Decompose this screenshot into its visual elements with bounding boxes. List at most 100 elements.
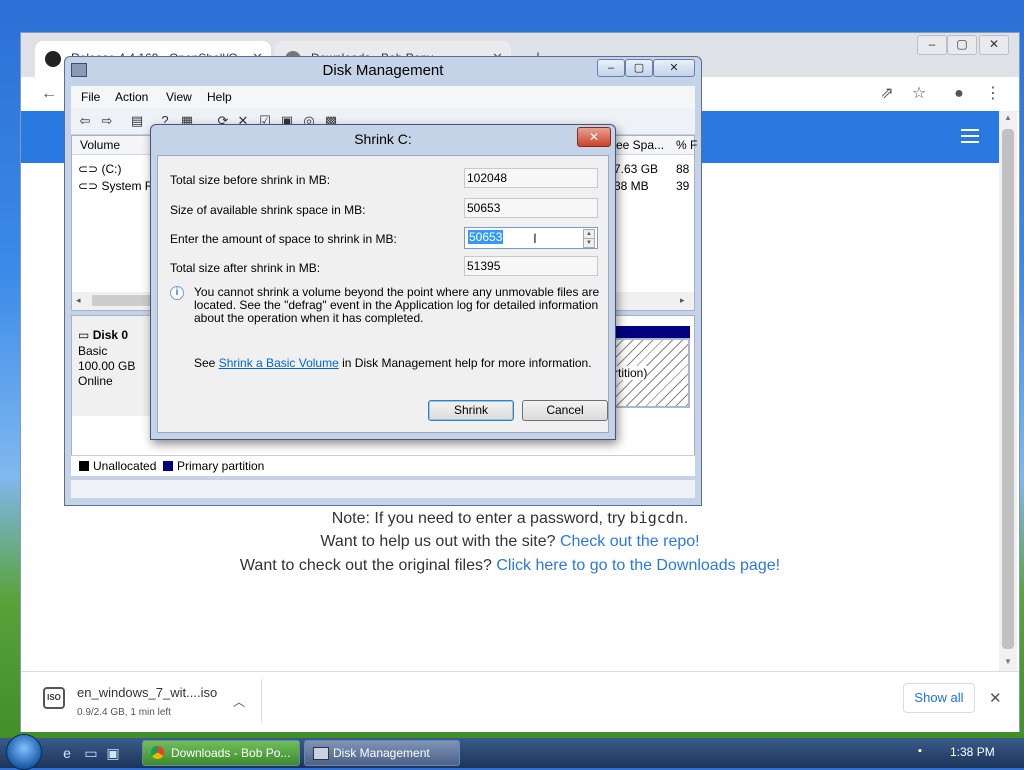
scrollbar-thumb[interactable] — [92, 295, 152, 306]
menu-help[interactable]: Help — [207, 90, 232, 104]
disk-info[interactable]: ▭ Disk 0 Basic 100.00 GB Online — [72, 316, 150, 416]
partition-block[interactable]: rtition) — [612, 338, 690, 408]
legend-primary-partition: Primary partition — [177, 459, 265, 473]
shrink-help-link[interactable]: Shrink a Basic Volume — [219, 356, 339, 370]
downloads-page-link[interactable]: Click here to go to the Downloads page! — [496, 557, 780, 574]
minimize-icon[interactable]: – — [597, 59, 625, 77]
view-icon[interactable]: ▤ — [129, 113, 145, 129]
shrink-dialog: Shrink C: ✕ Total size before shrink in … — [150, 124, 616, 440]
shrink-amount-value: 50653 — [468, 230, 504, 244]
close-window-icon[interactable]: ✕ — [979, 35, 1009, 55]
disk-mgmt-icon — [313, 747, 329, 760]
download-filename[interactable]: en_windows_7_wit....iso — [77, 685, 217, 700]
disk-type: Basic — [78, 344, 108, 358]
github-icon — [45, 51, 61, 67]
iso-file-icon: ISO — [43, 687, 65, 709]
legend-swatch-unallocated — [79, 461, 89, 471]
password-note: Note: If you need to enter a password, t… — [21, 509, 999, 528]
disk-name-text: Disk 0 — [92, 328, 129, 342]
share-icon[interactable]: ⇗ — [875, 83, 899, 105]
partition-header-bar — [612, 326, 690, 338]
shrink-amount-input[interactable]: 50653 I ▲ ▼ — [464, 227, 598, 249]
text-cursor-icon: I — [533, 230, 537, 246]
total-before-value: 102048 — [464, 168, 598, 188]
downloads-line: Want to check out the original files? Cl… — [21, 557, 999, 575]
network-icon[interactable]: ▪ — [918, 745, 932, 757]
back-arrow-icon[interactable]: ← — [37, 83, 61, 105]
scroll-left-icon[interactable]: ◂ — [76, 295, 81, 306]
note-suffix: . — [683, 510, 689, 527]
disk-size: 100.00 GB — [78, 359, 136, 373]
start-button[interactable] — [6, 734, 42, 770]
shrink-button[interactable]: Shrink — [428, 400, 514, 421]
maximize-icon[interactable]: ▢ — [625, 59, 653, 77]
spin-down-icon[interactable]: ▼ — [583, 238, 595, 248]
cancel-button[interactable]: Cancel — [522, 400, 608, 421]
info-icon: i — [170, 286, 184, 300]
forward-icon[interactable]: ⇨ — [99, 113, 115, 129]
repo-line: Want to help us out with the site? Check… — [21, 533, 999, 551]
maximize-icon[interactable]: ▢ — [947, 35, 977, 55]
task-label: Downloads - Bob Po... — [171, 746, 291, 760]
scroll-down-icon[interactable]: ▼ — [999, 657, 1017, 666]
hamburger-menu-icon[interactable] — [961, 129, 979, 143]
back-icon[interactable]: ⇦ — [77, 113, 93, 129]
column-volume[interactable]: Volume — [80, 138, 120, 152]
volume-row-c[interactable]: ⊂⊃ (C:) — [78, 162, 121, 176]
taskbar-item-disk-management[interactable]: Disk Management — [304, 740, 460, 766]
close-window-icon[interactable]: ✕ — [653, 59, 695, 77]
partition-label: rtition) — [614, 366, 648, 380]
status-bar — [71, 479, 695, 498]
switch-windows-icon[interactable]: ▣ — [104, 744, 122, 762]
files-text: Want to check out the original files? — [239, 557, 492, 574]
menu-view[interactable]: View — [166, 90, 192, 104]
disk-status: Online — [78, 374, 113, 388]
note-text: Note: If you need to enter a password, t… — [331, 510, 626, 527]
clock[interactable]: 1:38 PM — [950, 745, 995, 759]
total-before-label: Total size before shrink in MB: — [170, 173, 331, 187]
menu-action[interactable]: Action — [115, 90, 148, 104]
disk-name: ▭ Disk 0 — [78, 328, 128, 342]
free-space-c: 7.63 GB — [614, 162, 659, 176]
scrollbar-thumb[interactable] — [1002, 129, 1014, 649]
close-icon[interactable]: ✕ — [577, 127, 611, 147]
chevron-up-icon[interactable]: ︿ — [233, 693, 245, 710]
free-space-system: 38 MB — [614, 179, 649, 193]
drive-icon: ⊂⊃ — [78, 179, 99, 193]
drive-icon: ⊂⊃ — [78, 162, 99, 176]
show-desktop-icon[interactable]: ▭ — [82, 744, 100, 762]
legend-swatch-primary — [163, 461, 173, 471]
dialog-body: Total size before shrink in MB: 102048 S… — [157, 155, 609, 433]
column-free-space[interactable]: ree Spa... — [612, 138, 664, 152]
note-code: bigcdn — [629, 509, 684, 527]
scroll-up-icon[interactable]: ▲ — [999, 113, 1017, 122]
menu-file[interactable]: File — [81, 90, 100, 104]
download-shelf — [21, 671, 1019, 732]
total-after-label: Total size after shrink in MB: — [170, 261, 321, 275]
show-all-button[interactable]: Show all — [903, 683, 975, 713]
repo-link[interactable]: Check out the repo! — [560, 533, 700, 550]
download-divider — [261, 679, 262, 723]
ie-icon[interactable]: e — [58, 744, 76, 762]
help-line: See Shrink a Basic Volume in Disk Manage… — [194, 356, 592, 370]
column-percent-free[interactable]: % F — [676, 138, 697, 152]
minimize-icon[interactable]: – — [917, 35, 947, 55]
scroll-right-icon[interactable]: ▸ — [680, 295, 685, 306]
disk-icon: ▭ — [78, 328, 90, 342]
volume-name: (C:) — [101, 162, 122, 176]
pct-free-system: 39 — [676, 179, 690, 193]
star-icon[interactable]: ☆ — [907, 83, 931, 105]
more-menu-icon[interactable]: ⋮ — [981, 83, 1005, 105]
pct-free-c: 88 — [676, 162, 690, 176]
download-status: 0.9/2.4 GB, 1 min left — [77, 707, 171, 718]
taskbar-item-chrome[interactable]: Downloads - Bob Po... — [142, 740, 300, 766]
info-message: You cannot shrink a volume beyond the po… — [194, 285, 600, 325]
chrome-icon — [151, 746, 164, 759]
help-suffix: in Disk Management help for more informa… — [342, 356, 592, 370]
available-label: Size of available shrink space in MB: — [170, 203, 366, 217]
profile-icon[interactable]: ● — [947, 83, 971, 105]
legend-unallocated: Unallocated — [93, 459, 157, 473]
total-after-value: 51395 — [464, 256, 598, 276]
close-shelf-icon[interactable]: ✕ — [989, 689, 1002, 707]
amount-label: Enter the amount of space to shrink in M… — [170, 232, 397, 246]
